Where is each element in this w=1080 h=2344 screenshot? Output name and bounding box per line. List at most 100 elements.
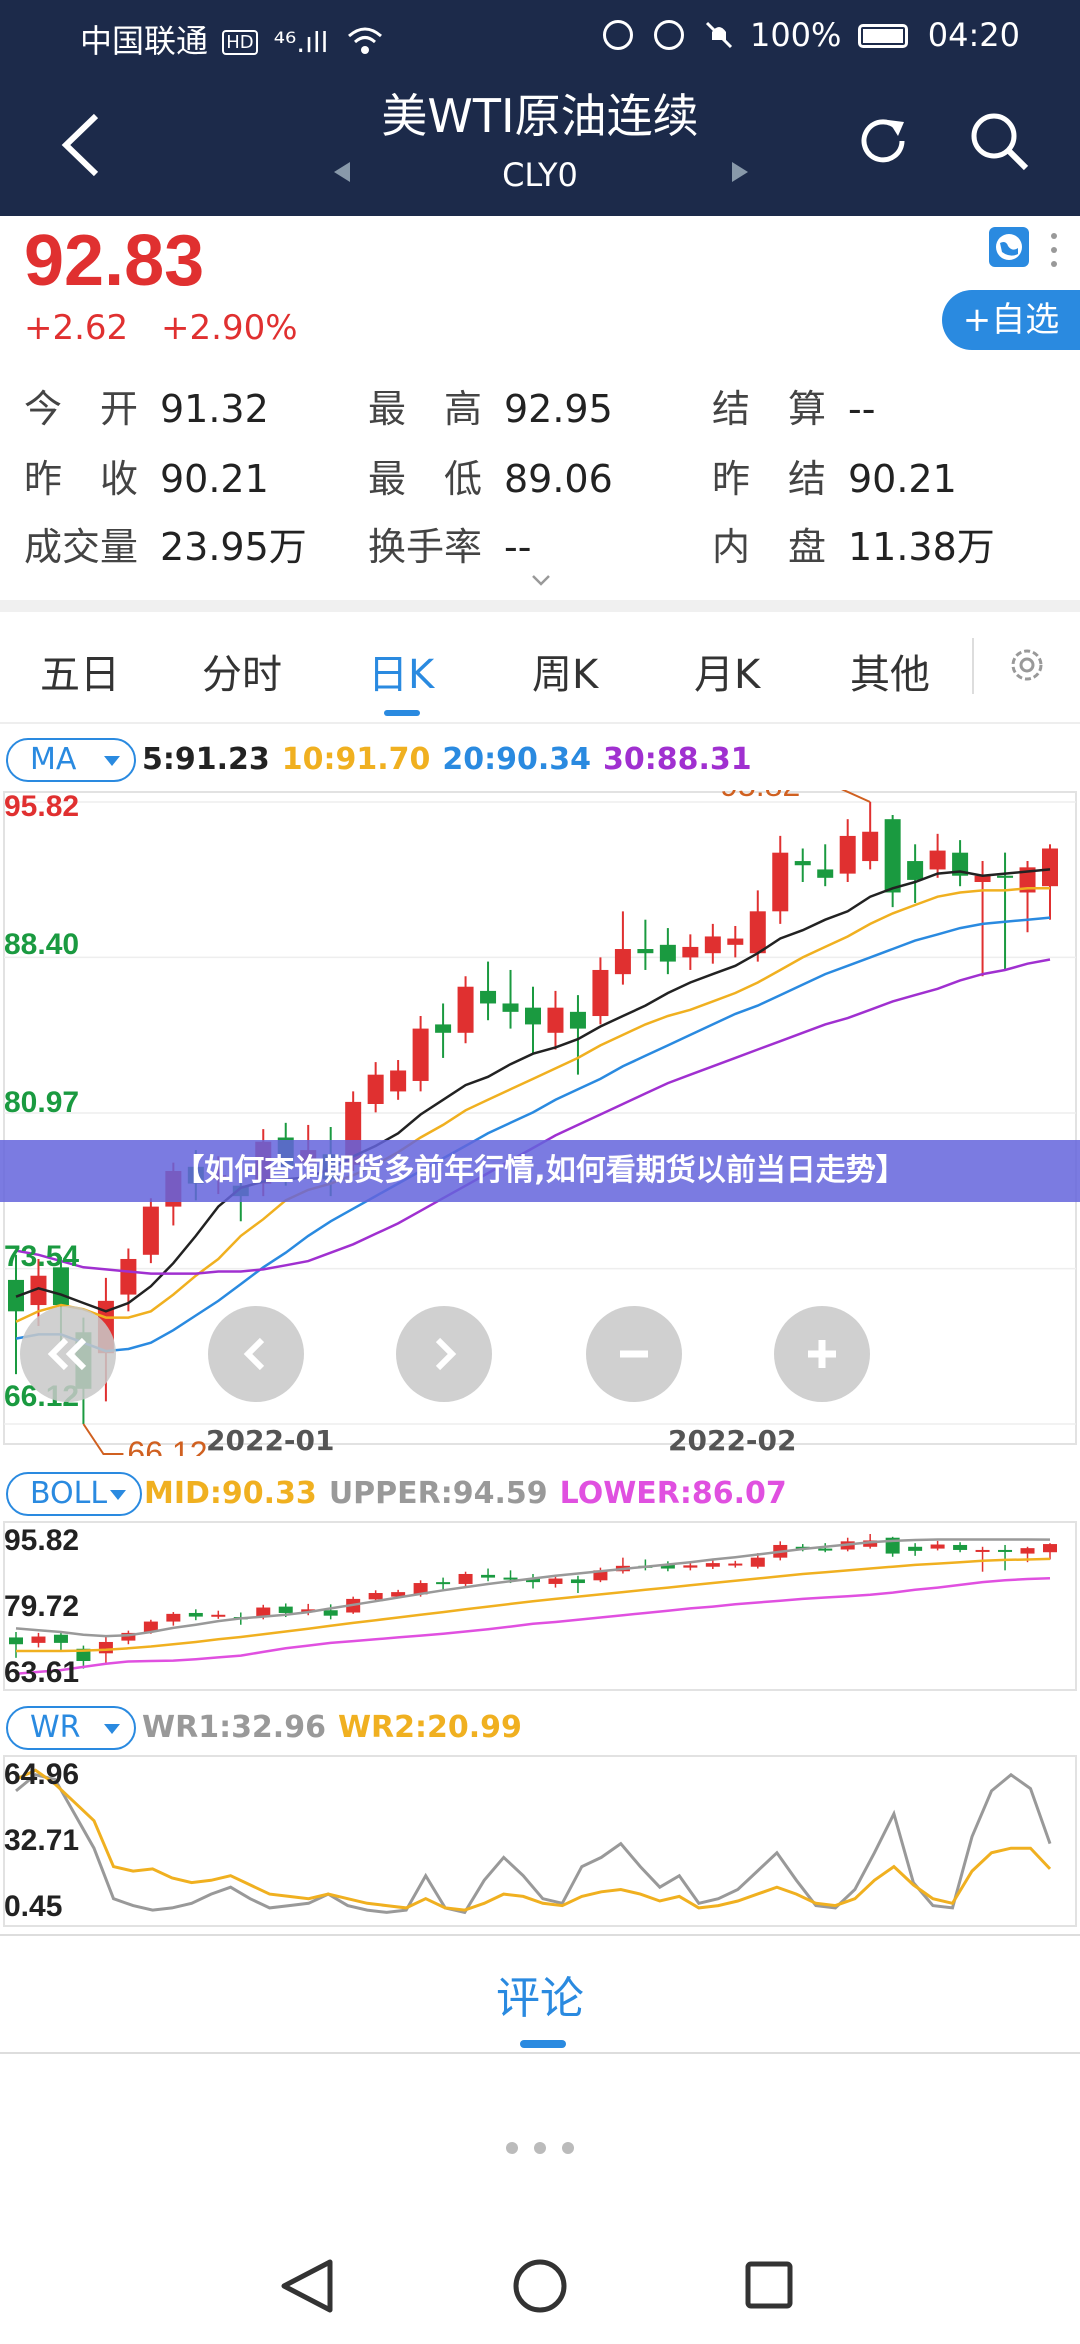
contract-code: CLY0 [502,156,578,194]
ma-line [15,868,1051,1313]
candle-down [502,1003,519,1012]
field-label: 内 盘 [712,525,827,569]
nav-recents-icon[interactable] [745,2261,793,2309]
candle-up [211,1614,226,1617]
field-turnover: 换手率 -- [368,516,531,571]
change-value: +2.62 [24,308,129,348]
candle-up [120,1258,137,1295]
field-label: 最 低 [368,457,483,501]
status-right: 100% 04:20 [603,16,1020,58]
y-tick: 80.97 [4,1086,80,1119]
candle-up [705,1563,720,1567]
dropdown-triangle-icon [104,1724,120,1734]
field-label: 成交量 [24,525,139,569]
search-button[interactable] [968,110,1030,172]
search-icon [971,113,1029,171]
tab-monthly-k[interactable]: 月K [694,642,760,700]
globe-icon[interactable] [988,226,1030,268]
indicator-selector-ma[interactable]: MA [6,738,136,782]
pan-left-fast-button[interactable] [20,1306,116,1402]
wr-y-tick: 32.71 [4,1824,80,1857]
candle-down [323,1610,338,1616]
candle-down [278,1606,293,1613]
tab-weekly-k[interactable]: 周K [532,642,598,700]
refresh-button[interactable] [852,110,914,172]
add-watchlist-button[interactable]: +自选 [942,290,1080,350]
chart-frame [3,1755,1077,1927]
field-high: 最 高 92.95 [368,378,613,433]
wr-line [15,1772,1052,1915]
boll-values: MID:90.33 UPPER:94.59 LOWER:86.07 [144,1476,799,1511]
candle-up [929,850,946,870]
page-title: 美WTI原油连续 [381,89,699,143]
field-volume: 成交量 23.95万 [24,516,307,571]
signal-icon: ⁴⁶.ıll [273,26,329,59]
candle-up [727,938,744,945]
boll-chart[interactable] [0,1520,1080,1692]
field-value: 92.95 [504,387,613,431]
zoom-out-button[interactable] [586,1306,682,1402]
indicator-name: MA [30,742,77,777]
candle-down [907,861,924,880]
field-label: 今 开 [24,387,139,431]
field-label: 换手率 [368,525,483,569]
y-tick-top: 95.82 [4,790,80,823]
kline-chart[interactable]: 95.82 66.12 [0,790,1080,1456]
tab-divider [972,638,974,694]
candle-down [817,869,834,878]
low-marker-line [82,1423,124,1455]
last-price: 92.83 [24,221,205,301]
field-value: 23.95万 [160,525,307,569]
carrier-name: 中国联通 [80,22,209,60]
field-value: 90.21 [160,457,269,501]
indicator-selector-wr[interactable]: WR [6,1706,136,1750]
next-contract-button[interactable] [730,160,750,184]
field-label: 最 高 [368,387,483,431]
zoom-in-button[interactable] [774,1306,870,1402]
candle-down [503,1577,518,1580]
period-tabs: 五日 分时 日K 周K 月K 其他 [0,612,1080,724]
candle-up [682,946,699,958]
candle-up [975,1549,990,1552]
field-open: 今 开 91.32 [24,378,269,433]
hd-badge: HD [222,30,258,55]
expand-chevron-icon[interactable] [530,572,552,588]
dropdown-triangle-icon [104,756,120,766]
y-tick: 88.40 [4,928,80,961]
tab-intraday[interactable]: 分时 [202,642,282,700]
candle-up [750,1557,765,1567]
candle-down [436,1582,451,1585]
candle-up [142,1206,159,1255]
indicator-selector-boll[interactable]: BOLL [6,1472,142,1516]
gear-icon[interactable] [1004,642,1050,688]
nav-home-icon[interactable] [513,2259,567,2313]
wr-chart[interactable] [0,1754,1080,1930]
candle-down [997,875,1014,878]
candle-down [188,1612,203,1617]
pan-right-button[interactable] [396,1306,492,1402]
candle-down [435,1024,452,1033]
tab-five-day[interactable]: 五日 [40,642,120,700]
clock: 04:20 [927,16,1020,54]
pan-left-button[interactable] [208,1306,304,1402]
candle-up [930,1544,945,1549]
candle-up [592,969,609,1017]
loading-dots-icon [500,2140,580,2156]
y-tick: 73.54 [4,1240,80,1273]
boll-upper-value: UPPER:94.59 [328,1476,548,1511]
field-value: -- [848,387,876,431]
tab-other[interactable]: 其他 [850,642,930,700]
nav-back-icon[interactable] [281,2259,333,2313]
price-change: +2.62 +2.90% [24,308,320,348]
comments-indicator [520,2040,566,2048]
plus-icon [808,1340,836,1368]
ma10-value: 10:91.70 [281,742,431,777]
wr1-value: WR1:32.96 [142,1710,326,1745]
tab-daily-k[interactable]: 日K [368,642,434,700]
refresh-icon [861,119,905,163]
chevron-right-icon [435,1337,457,1371]
more-vertical-icon[interactable] [1050,230,1058,270]
wr-values: WR1:32.96 WR2:20.99 [142,1710,534,1745]
comments-tab[interactable]: 评论 [0,1934,1080,2054]
candle-up [683,1565,698,1568]
